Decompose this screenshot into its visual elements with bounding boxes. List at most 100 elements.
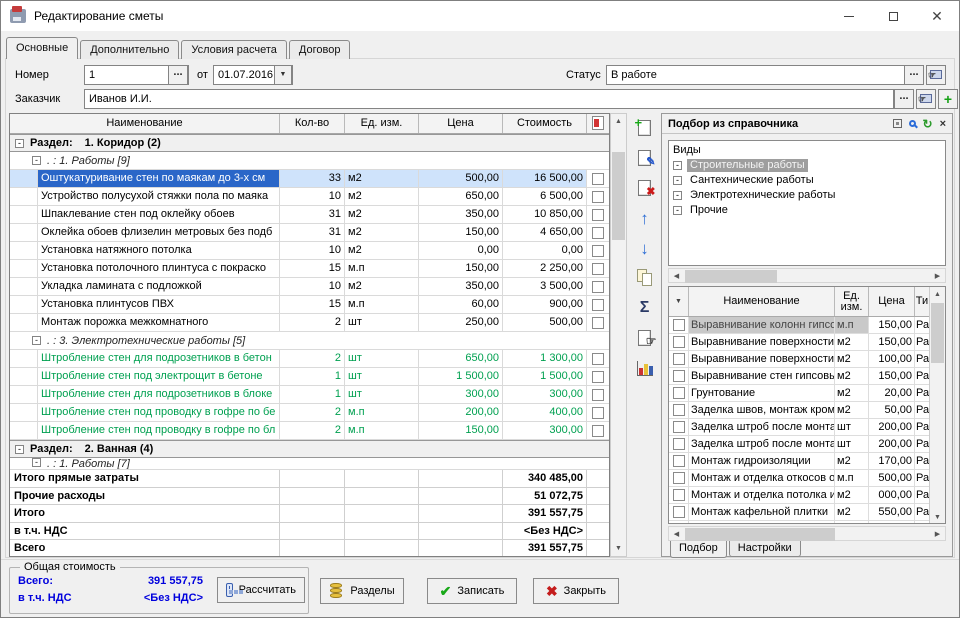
scroll-right-icon[interactable]: ▶ xyxy=(930,269,945,284)
mark-checkbox[interactable] xyxy=(592,317,604,329)
collapse-icon[interactable]: - xyxy=(15,139,24,148)
estimate-item-row[interactable]: Штробление стен под проводку в гофре по … xyxy=(10,422,609,440)
customer-add-button[interactable]: + xyxy=(938,89,958,109)
scroll-right-icon[interactable]: ▶ xyxy=(930,527,945,542)
mark-checkbox[interactable] xyxy=(592,173,604,185)
catalog-checkbox[interactable] xyxy=(673,506,685,518)
subsection-row[interactable]: -. : 3. Электротехнические работы [5] xyxy=(10,332,609,350)
move-down-icon[interactable]: ↓ xyxy=(633,236,657,260)
subsection-row[interactable]: -. : 1. Работы [9] xyxy=(10,152,609,170)
chart-icon[interactable] xyxy=(633,356,657,380)
section-row[interactable]: -Раздел:2. Ванная (4) xyxy=(10,440,609,458)
scrollbar-thumb[interactable] xyxy=(931,303,944,363)
collapse-icon[interactable]: - xyxy=(673,161,682,170)
assign-icon[interactable]: ☞ xyxy=(633,326,657,350)
sum-icon[interactable]: Σ xyxy=(633,296,657,320)
collapse-icon[interactable]: - xyxy=(673,176,682,185)
catalog-row[interactable]: Заделка швов, монтаж кромм250,00Ра xyxy=(669,402,929,419)
catalog-checkbox[interactable] xyxy=(673,319,685,331)
tab-3[interactable]: Условия расчета xyxy=(181,40,287,59)
catalog-row[interactable]: Монтаж и отделка откосов ом.п500,00Ра xyxy=(669,470,929,487)
section-row[interactable]: -Раздел:1. Коридор (2) xyxy=(10,134,609,152)
refresh-icon[interactable]: ↻ xyxy=(923,118,933,130)
mark-checkbox[interactable] xyxy=(592,353,604,365)
catalog-vertical-scrollbar[interactable]: ▲ ▼ xyxy=(929,287,945,524)
catalog-row[interactable]: Заделка штроб после монтажшт200,00Ра xyxy=(669,419,929,436)
customer-ellipsis-button[interactable]: ... xyxy=(894,89,914,109)
estimate-vertical-scrollbar[interactable]: ▲ ▼ xyxy=(610,113,627,557)
calculate-button[interactable]: Рассчитать xyxy=(217,577,305,603)
collapse-icon[interactable]: - xyxy=(673,206,682,215)
mark-checkbox[interactable] xyxy=(592,407,604,419)
close-window-button[interactable]: ✕ xyxy=(915,2,959,31)
mark-checkbox[interactable] xyxy=(592,191,604,203)
catalog-checkbox[interactable] xyxy=(673,438,685,450)
catalog-checkbox[interactable] xyxy=(673,353,685,365)
filter-dropdown-icon[interactable]: ▼ xyxy=(675,296,682,307)
estimate-item-row[interactable]: Установка потолочного плинтуса с покраск… xyxy=(10,260,609,278)
catalog-checkbox[interactable] xyxy=(673,387,685,399)
catalog-row[interactable]: Выравнивание колонн гипсом.п150,00Ра xyxy=(669,317,929,334)
mark-checkbox[interactable] xyxy=(592,227,604,239)
edit-icon[interactable]: ✎ xyxy=(633,146,657,170)
mark-checkbox[interactable] xyxy=(592,263,604,275)
status-reference-button[interactable] xyxy=(926,65,946,85)
catalog-row[interactable]: Выравнивание стен гипсовым2150,00Ра xyxy=(669,368,929,385)
tree-horizontal-scrollbar[interactable]: ◀ ▶ xyxy=(668,268,946,283)
customer-reference-button[interactable] xyxy=(916,89,936,109)
scroll-up-icon[interactable]: ▲ xyxy=(611,114,626,129)
copy-icon[interactable] xyxy=(633,266,657,290)
catalog-checkbox[interactable] xyxy=(673,421,685,433)
number-ellipsis-button[interactable]: ... xyxy=(168,65,188,85)
catalog-row[interactable]: Выравнивание поверхности гм2150,00Ра xyxy=(669,334,929,351)
mark-checkbox[interactable] xyxy=(592,299,604,311)
catalog-row[interactable]: Монтаж гидроизоляциим2170,00Ра xyxy=(669,453,929,470)
customer-input[interactable]: Иванов И.И. xyxy=(84,89,894,109)
mark-checkbox[interactable] xyxy=(592,245,604,257)
tree-item[interactable]: -Сантехнические работы xyxy=(673,173,941,188)
scrollbar-thumb[interactable] xyxy=(612,152,625,240)
filter-column-header[interactable]: ▼ xyxy=(669,287,689,316)
sections-button[interactable]: Разделы xyxy=(320,578,404,604)
catalog-row[interactable]: Монтаж кафельной плитким2550,00Ра xyxy=(669,504,929,521)
subsection-row[interactable]: -. : 1. Работы [7] xyxy=(10,458,609,470)
estimate-item-row[interactable]: Шпаклевание стен под оклейку обоев31м235… xyxy=(10,206,609,224)
catalog-checkbox[interactable] xyxy=(673,472,685,484)
scroll-left-icon[interactable]: ◀ xyxy=(669,269,684,284)
scroll-down-icon[interactable]: ▼ xyxy=(611,541,626,556)
scroll-left-icon[interactable]: ◀ xyxy=(669,527,684,542)
status-ellipsis-button[interactable]: ... xyxy=(904,65,924,85)
catalog-checkbox[interactable] xyxy=(673,455,685,467)
estimate-item-row[interactable]: Штробление стен для подрозетников в блок… xyxy=(10,386,609,404)
move-up-icon[interactable]: ↑ xyxy=(633,206,657,230)
catalog-row[interactable]: Заделка штроб после монтажшт200,00Ра xyxy=(669,436,929,453)
scrollbar-thumb[interactable] xyxy=(685,528,835,541)
catalog-checkbox[interactable] xyxy=(673,336,685,348)
estimate-item-row[interactable]: Устройство полусухой стяжки пола по маяк… xyxy=(10,188,609,206)
mark-checkbox[interactable] xyxy=(592,281,604,293)
delete-icon[interactable]: ✖ xyxy=(633,176,657,200)
catalog-checkbox[interactable] xyxy=(673,370,685,382)
tab-2[interactable]: Дополнительно xyxy=(80,40,179,59)
catalog-checkbox[interactable] xyxy=(673,489,685,501)
scroll-down-icon[interactable]: ▼ xyxy=(930,510,945,524)
estimate-item-row[interactable]: Установка плинтусов ПВХ15м.п60,00900,00 xyxy=(10,296,609,314)
catalog-horizontal-scrollbar[interactable]: ◀ ▶ xyxy=(668,526,946,541)
estimate-item-row[interactable]: Штробление стен под электрощит в бетоне1… xyxy=(10,368,609,386)
maximize-button[interactable] xyxy=(871,2,915,31)
close-button[interactable]: ✖ Закрыть xyxy=(533,578,619,604)
catalog-row[interactable]: Выравнивание поверхности им2100,00Ра xyxy=(669,351,929,368)
collapse-icon[interactable]: - xyxy=(673,191,682,200)
tree-item[interactable]: -Прочие xyxy=(673,203,941,218)
estimate-item-row[interactable]: Монтаж порожка межкомнатного2шт250,00500… xyxy=(10,314,609,332)
minimize-button[interactable] xyxy=(827,2,871,31)
mark-checkbox[interactable] xyxy=(592,425,604,437)
tab-1[interactable]: Основные xyxy=(6,37,78,59)
mark-checkbox[interactable] xyxy=(592,209,604,221)
estimate-item-row[interactable]: Оклейка обоев флизелин метровых без подб… xyxy=(10,224,609,242)
estimate-item-row[interactable]: Укладка ламината с подложкой10м2350,003 … xyxy=(10,278,609,296)
search-icon[interactable] xyxy=(909,120,916,127)
catalog-row[interactable]: Грунтованием220,00Ра xyxy=(669,385,929,402)
collapse-icon[interactable]: - xyxy=(32,458,41,467)
collapse-icon[interactable]: - xyxy=(32,156,41,165)
